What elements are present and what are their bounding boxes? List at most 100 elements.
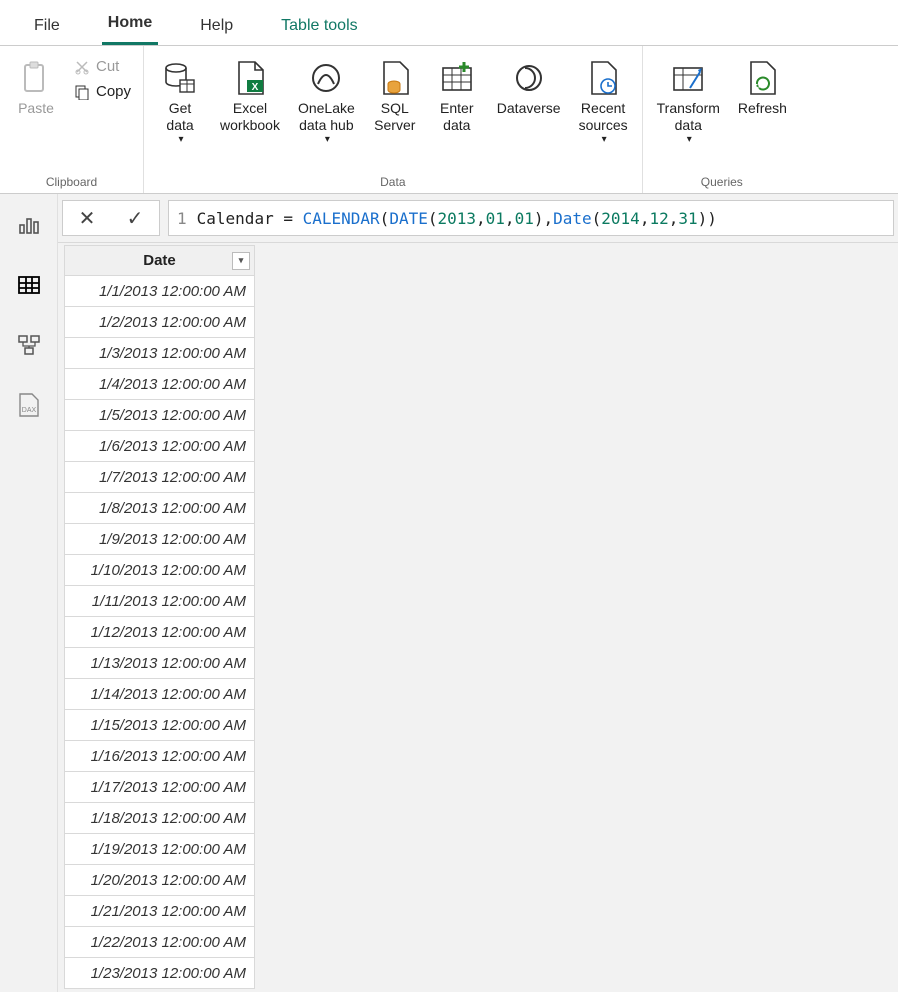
ribbon-group-clipboard: Paste Cut Copy Clipboard — [0, 46, 144, 193]
data-grid-body: 1/1/2013 12:00:00 AM 1/2/2013 12:00:00 A… — [65, 276, 255, 989]
tab-help[interactable]: Help — [194, 7, 239, 45]
table-row[interactable]: 1/21/2013 12:00:00 AM — [65, 896, 255, 927]
chevron-down-icon: ▾ — [687, 134, 692, 146]
content-area: DAX ✕ ✓ 1Calendar = CALENDAR(DATE(2013,0… — [0, 194, 898, 992]
table-row[interactable]: 1/14/2013 12:00:00 AM — [65, 679, 255, 710]
formula-input[interactable]: 1Calendar = CALENDAR(DATE(2013,01,01),Da… — [168, 200, 894, 236]
table-row[interactable]: 1/4/2013 12:00:00 AM — [65, 369, 255, 400]
onelake-button[interactable]: OneLake data hub▾ — [292, 52, 361, 150]
ribbon: Paste Cut Copy Clipboard Get data — [0, 46, 898, 194]
enter-data-button[interactable]: Enter data — [429, 52, 485, 138]
cell-date: 1/17/2013 12:00:00 AM — [65, 772, 255, 803]
table-icon — [17, 273, 41, 297]
cell-date: 1/2/2013 12:00:00 AM — [65, 307, 255, 338]
table-row[interactable]: 1/18/2013 12:00:00 AM — [65, 803, 255, 834]
sql-icon — [378, 56, 412, 100]
dataverse-icon — [511, 56, 547, 100]
enter-data-icon — [439, 56, 475, 100]
table-row[interactable]: 1/1/2013 12:00:00 AM — [65, 276, 255, 307]
dataverse-button[interactable]: Dataverse — [491, 52, 567, 121]
copy-label: Copy — [96, 83, 131, 100]
table-row[interactable]: 1/20/2013 12:00:00 AM — [65, 865, 255, 896]
group-label-clipboard: Clipboard — [46, 173, 97, 191]
paste-button[interactable]: Paste — [8, 52, 64, 121]
excel-workbook-button[interactable]: X Excel workbook — [214, 52, 286, 138]
recent-sources-label: Recent sources — [579, 100, 628, 134]
table-row[interactable]: 1/3/2013 12:00:00 AM — [65, 338, 255, 369]
svg-text:X: X — [252, 82, 259, 93]
cell-date: 1/21/2013 12:00:00 AM — [65, 896, 255, 927]
onelake-icon — [308, 56, 344, 100]
column-header-date[interactable]: Date ▾ — [65, 246, 255, 276]
column-header-label: Date — [143, 252, 176, 269]
svg-text:DAX: DAX — [21, 407, 36, 414]
table-row[interactable]: 1/19/2013 12:00:00 AM — [65, 834, 255, 865]
nav-model-view[interactable] — [14, 330, 44, 360]
ribbon-group-queries: Transform data▾ Refresh Queries — [643, 46, 801, 193]
cell-date: 1/4/2013 12:00:00 AM — [65, 369, 255, 400]
sql-server-button[interactable]: SQL Server — [367, 52, 423, 138]
table-row[interactable]: 1/12/2013 12:00:00 AM — [65, 617, 255, 648]
cut-icon — [74, 59, 90, 75]
cut-button[interactable]: Cut — [70, 56, 135, 77]
transform-data-icon — [670, 56, 706, 100]
table-row[interactable]: 1/8/2013 12:00:00 AM — [65, 493, 255, 524]
group-label-queries: Queries — [701, 173, 743, 191]
transform-data-label: Transform data — [657, 100, 720, 134]
formula-line-number: 1 — [177, 209, 187, 228]
cell-date: 1/19/2013 12:00:00 AM — [65, 834, 255, 865]
cell-date: 1/18/2013 12:00:00 AM — [65, 803, 255, 834]
table-row[interactable]: 1/7/2013 12:00:00 AM — [65, 462, 255, 493]
recent-sources-button[interactable]: Recent sources▾ — [573, 52, 634, 150]
nav-dax-view[interactable]: DAX — [14, 390, 44, 420]
tab-home[interactable]: Home — [102, 4, 158, 45]
cell-date: 1/9/2013 12:00:00 AM — [65, 524, 255, 555]
transform-data-button[interactable]: Transform data▾ — [651, 52, 726, 150]
tab-table-tools[interactable]: Table tools — [275, 7, 364, 45]
nav-report-view[interactable] — [14, 210, 44, 240]
refresh-label: Refresh — [738, 100, 787, 117]
formula-commit-button[interactable]: ✓ — [111, 206, 159, 231]
cell-date: 1/23/2013 12:00:00 AM — [65, 958, 255, 989]
table-row[interactable]: 1/15/2013 12:00:00 AM — [65, 710, 255, 741]
table-row[interactable]: 1/5/2013 12:00:00 AM — [65, 400, 255, 431]
table-row[interactable]: 1/16/2013 12:00:00 AM — [65, 741, 255, 772]
cell-date: 1/16/2013 12:00:00 AM — [65, 741, 255, 772]
enter-data-label: Enter data — [440, 100, 473, 134]
cell-date: 1/12/2013 12:00:00 AM — [65, 617, 255, 648]
data-grid: Date ▾ 1/1/2013 12:00:00 AM 1/2/2013 12:… — [58, 243, 898, 992]
table-row[interactable]: 1/23/2013 12:00:00 AM — [65, 958, 255, 989]
table-row[interactable]: 1/11/2013 12:00:00 AM — [65, 586, 255, 617]
recent-sources-icon — [586, 56, 620, 100]
table-row[interactable]: 1/2/2013 12:00:00 AM — [65, 307, 255, 338]
chevron-down-icon: ▾ — [239, 255, 244, 266]
table-row[interactable]: 1/22/2013 12:00:00 AM — [65, 927, 255, 958]
table-row[interactable]: 1/6/2013 12:00:00 AM — [65, 431, 255, 462]
table-row[interactable]: 1/9/2013 12:00:00 AM — [65, 524, 255, 555]
cell-date: 1/3/2013 12:00:00 AM — [65, 338, 255, 369]
paste-icon — [21, 56, 51, 100]
tab-file[interactable]: File — [28, 7, 66, 45]
copy-button[interactable]: Copy — [70, 81, 135, 102]
cell-date: 1/5/2013 12:00:00 AM — [65, 400, 255, 431]
bar-chart-icon — [17, 213, 41, 237]
refresh-button[interactable]: Refresh — [732, 52, 793, 121]
dax-icon: DAX — [16, 392, 42, 418]
copy-icon — [74, 84, 90, 100]
dataverse-label: Dataverse — [497, 100, 561, 117]
table-row[interactable]: 1/10/2013 12:00:00 AM — [65, 555, 255, 586]
get-data-button[interactable]: Get data▾ — [152, 52, 208, 150]
formula-cancel-button[interactable]: ✕ — [63, 206, 111, 231]
main-panel: ✕ ✓ 1Calendar = CALENDAR(DATE(2013,01,01… — [58, 194, 898, 992]
table-row[interactable]: 1/17/2013 12:00:00 AM — [65, 772, 255, 803]
check-icon: ✓ — [127, 206, 144, 231]
cell-date: 1/7/2013 12:00:00 AM — [65, 462, 255, 493]
table-row[interactable]: 1/13/2013 12:00:00 AM — [65, 648, 255, 679]
cell-date: 1/6/2013 12:00:00 AM — [65, 431, 255, 462]
column-filter-button[interactable]: ▾ — [232, 252, 250, 270]
excel-icon: X — [233, 56, 267, 100]
nav-data-view[interactable] — [14, 270, 44, 300]
left-nav: DAX — [0, 194, 58, 992]
database-icon — [162, 56, 198, 100]
cell-date: 1/1/2013 12:00:00 AM — [65, 276, 255, 307]
